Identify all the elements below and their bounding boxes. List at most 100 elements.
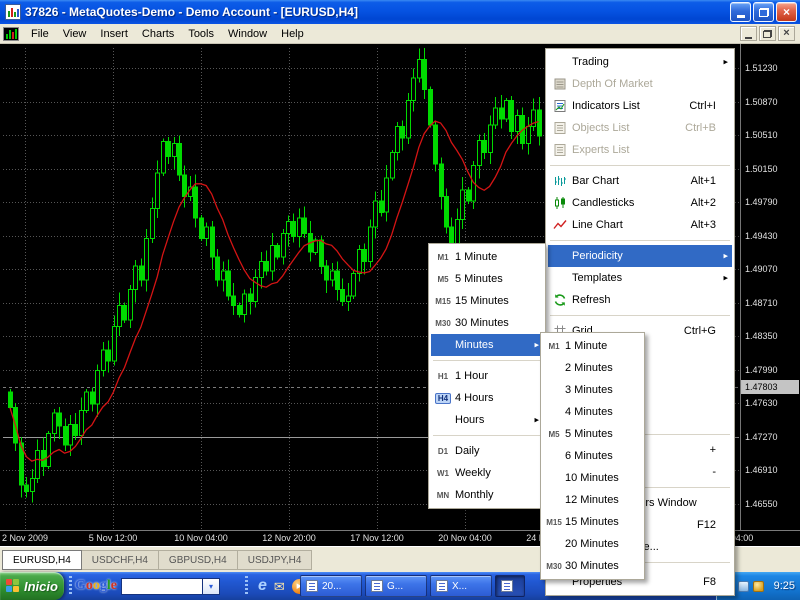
windows-logo-icon [6, 579, 20, 593]
menu-item-periodicity[interactable]: Periodicity▸ [548, 245, 732, 267]
menu-item-12-minutes[interactable]: 12 Minutes [543, 489, 642, 511]
taskbar-button-active-app[interactable] [495, 575, 525, 597]
menu-item-trading[interactable]: Trading▸ [548, 51, 732, 73]
menu-item-10-minutes[interactable]: 10 Minutes [543, 467, 642, 489]
child-window-controls: × [740, 26, 800, 41]
taskbar-button-x[interactable]: X... [430, 575, 492, 597]
chart-tab-usdchf-h4[interactable]: USDCHF,H4 [82, 550, 159, 570]
menu-item-label: 10 Minutes [565, 472, 619, 484]
google-logo: Google [75, 578, 117, 594]
child-minimize-button[interactable] [740, 26, 757, 41]
chart-tab-eurusd-h4[interactable]: EURUSD,H4 [2, 550, 82, 570]
menu-item-daily[interactable]: D1Daily [431, 440, 543, 462]
menu-item-label: 1 Hour [455, 370, 488, 382]
child-close-button[interactable]: × [778, 26, 795, 41]
internet-explorer-icon[interactable]: e [258, 578, 267, 594]
app-icon [5, 4, 21, 20]
menu-item-depth-of-market[interactable]: Depth Of Market [548, 73, 732, 95]
menu-bar: FileViewInsertChartsToolsWindowHelp × [0, 24, 800, 44]
start-button[interactable]: Inicio [0, 572, 64, 600]
mail-icon[interactable]: ✉ [274, 580, 285, 593]
time-axis-label: 10 Nov 04:00 [156, 533, 246, 543]
close-button[interactable]: × [776, 2, 797, 22]
time-axis-label: 20 Nov 04:00 [420, 533, 510, 543]
experts-list-icon [548, 143, 572, 157]
menu-separator [433, 360, 541, 361]
chart-tab-gbpusd-h4[interactable]: GBPUSD,H4 [159, 550, 238, 570]
chart-child-icon[interactable] [3, 27, 19, 41]
taskbar-button-label: G... [387, 581, 403, 592]
menu-item-30-minutes[interactable]: M3030 Minutes [543, 555, 642, 577]
minimize-button[interactable] [730, 2, 751, 22]
menu-item-1-minute[interactable]: M11 Minute [543, 335, 642, 357]
menu-item-4-hours[interactable]: H44 Hours [431, 387, 543, 409]
taskbar-button-g[interactable]: G... [365, 575, 427, 597]
menu-item-label: 20 Minutes [565, 538, 619, 550]
timeframe-badge-m5: M5 [437, 275, 448, 284]
menu-item-line-chart[interactable]: Line ChartAlt+3 [548, 214, 732, 236]
child-restore-icon [763, 30, 772, 38]
menu-item-20-minutes[interactable]: 20 Minutes [543, 533, 642, 555]
taskbar-button-20[interactable]: 20... [300, 575, 362, 597]
menu-item-candlesticks[interactable]: CandlesticksAlt+2 [548, 192, 732, 214]
menu-item-bar-chart[interactable]: Bar ChartAlt+1 [548, 170, 732, 192]
price-axis-label: 1.47270 [745, 432, 798, 442]
menu-item-label: 15 Minutes [565, 516, 619, 528]
menu-item-label: 30 Minutes [565, 560, 619, 572]
price-axis-label: 1.49070 [745, 264, 798, 274]
menu-item-shortcut: F8 [693, 576, 716, 588]
menubar-item-insert[interactable]: Insert [93, 26, 135, 42]
timeframe-badge-mn: MN [437, 491, 449, 500]
menu-item-hours[interactable]: Hours▸ [431, 409, 543, 431]
menubar-item-tools[interactable]: Tools [181, 26, 221, 42]
menu-item-1-hour[interactable]: H11 Hour [431, 365, 543, 387]
child-minimize-icon [745, 37, 752, 39]
taskbar-button-icon [501, 580, 513, 592]
google-search-input[interactable] [121, 578, 203, 595]
menubar-item-file[interactable]: File [24, 26, 56, 42]
title-bar[interactable]: 37826 - MetaQuotes-Demo - Demo Account -… [0, 0, 800, 24]
menu-item-templates[interactable]: Templates▸ [548, 267, 732, 289]
child-restore-button[interactable] [759, 26, 776, 41]
menu-item-5-minutes[interactable]: M55 Minutes [543, 423, 642, 445]
menu-item-label: Indicators List [572, 100, 640, 112]
menu-item-objects-list[interactable]: Objects ListCtrl+B [548, 117, 732, 139]
menu-item-experts-list[interactable]: Experts List [548, 139, 732, 161]
refresh-icon [548, 293, 572, 307]
minimize-icon [737, 15, 745, 18]
google-search-dropdown[interactable]: ▾ [203, 578, 220, 595]
menu-item-monthly[interactable]: MNMonthly [431, 484, 543, 506]
menubar-item-window[interactable]: Window [221, 26, 274, 42]
menu-item-5-minutes[interactable]: M55 Minutes [431, 268, 543, 290]
menu-separator [433, 435, 541, 436]
restore-button[interactable] [753, 2, 774, 22]
taskbar-button-label: X... [452, 581, 467, 592]
menu-item-label: 4 Minutes [565, 406, 613, 418]
menubar-item-charts[interactable]: Charts [135, 26, 181, 42]
menu-item-1-minute[interactable]: M11 Minute [431, 246, 543, 268]
menu-item-15-minutes[interactable]: M1515 Minutes [431, 290, 543, 312]
deskband-grip[interactable] [69, 576, 72, 596]
timeframe-badge-m30: M30 [435, 319, 451, 328]
timeframe-badge-m1: M1 [437, 253, 448, 262]
menubar-item-view[interactable]: View [56, 26, 94, 42]
menu-item-15-minutes[interactable]: M1515 Minutes [543, 511, 642, 533]
menu-item-4-minutes[interactable]: 4 Minutes [543, 401, 642, 423]
menu-item-label: Depth Of Market [572, 78, 653, 90]
time-axis-label: 12 Nov 20:00 [244, 533, 334, 543]
menu-item-6-minutes[interactable]: 6 Minutes [543, 445, 642, 467]
chart-tab-usdjpy-h4[interactable]: USDJPY,H4 [238, 550, 313, 570]
network-icon[interactable] [738, 581, 749, 592]
menubar-item-help[interactable]: Help [274, 26, 311, 42]
menu-item-weekly[interactable]: W1Weekly [431, 462, 543, 484]
timeframe-badge-m1: M1 [548, 342, 559, 351]
menu-item-minutes[interactable]: Minutes▸ [431, 334, 543, 356]
quick-launch-grip[interactable] [245, 576, 248, 596]
menu-item-label: Daily [455, 445, 479, 457]
volume-icon[interactable] [753, 581, 764, 592]
menu-item-indicators-list[interactable]: Indicators ListCtrl+I [548, 95, 732, 117]
menu-item-2-minutes[interactable]: 2 Minutes [543, 357, 642, 379]
menu-item-3-minutes[interactable]: 3 Minutes [543, 379, 642, 401]
menu-item-refresh[interactable]: Refresh [548, 289, 732, 311]
menu-item-30-minutes[interactable]: M3030 Minutes [431, 312, 543, 334]
